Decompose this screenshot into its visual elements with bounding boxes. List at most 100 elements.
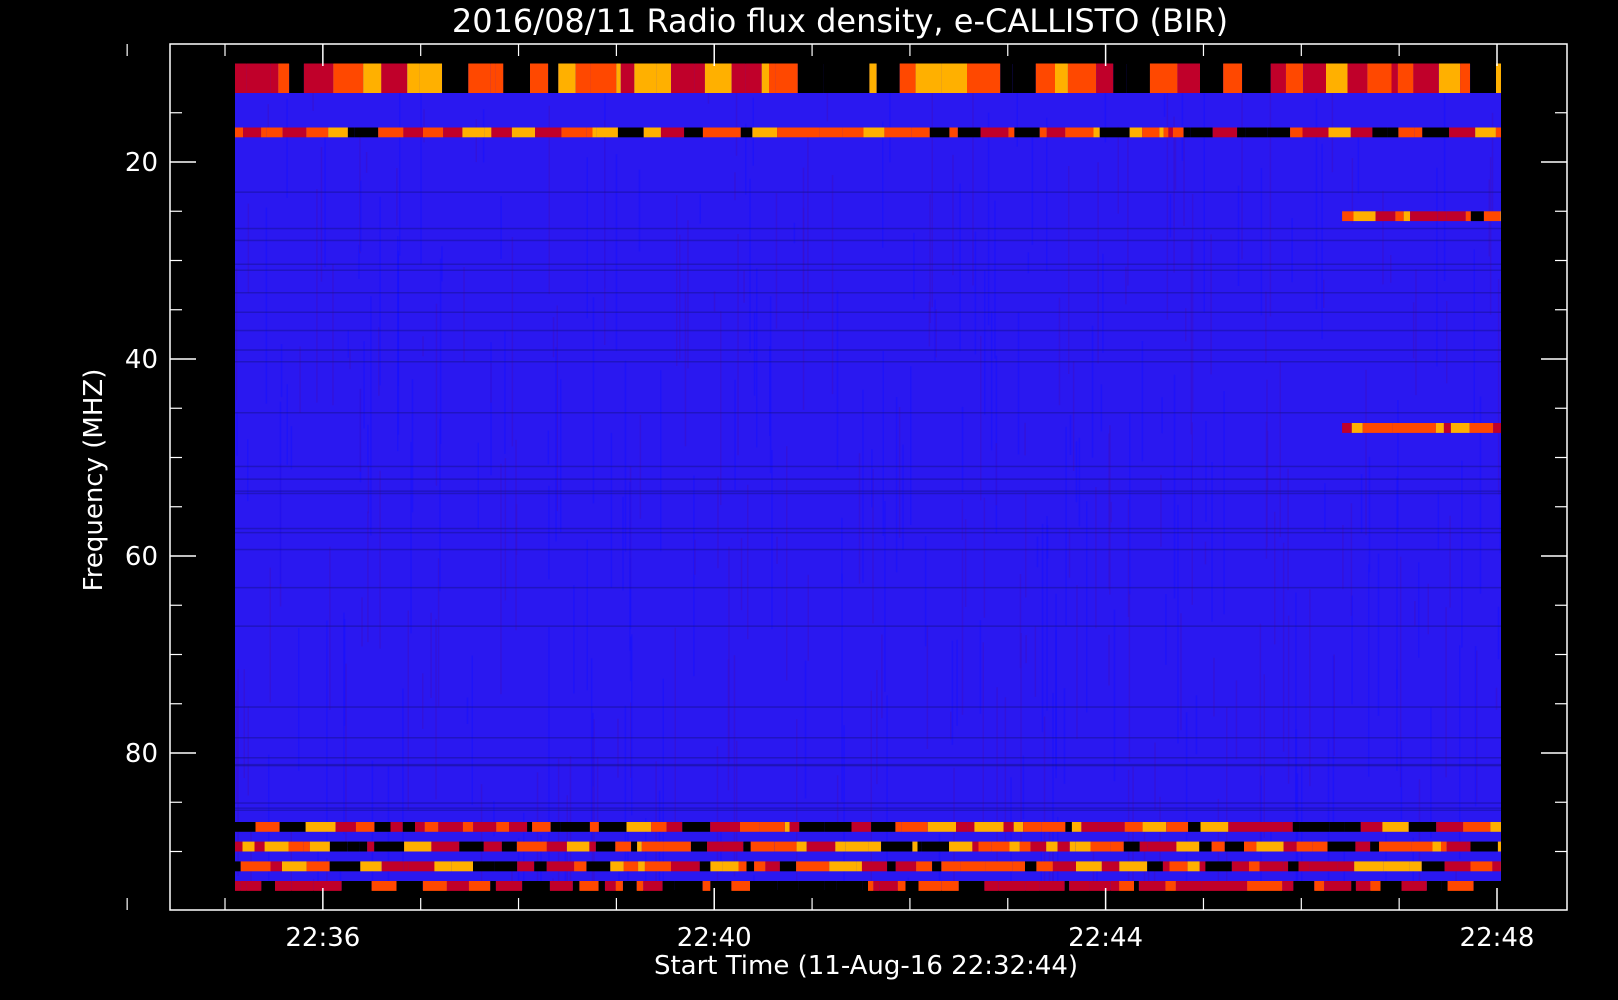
noise-streak bbox=[1436, 167, 1438, 367]
noise-streak bbox=[1342, 525, 1344, 590]
noise-streak bbox=[423, 109, 425, 143]
band-segment bbox=[819, 127, 843, 138]
band-segment bbox=[415, 822, 425, 832]
noise-streak bbox=[1445, 607, 1447, 778]
band-segment bbox=[1211, 841, 1225, 852]
noise-streak bbox=[1154, 742, 1156, 810]
band-segment bbox=[1014, 127, 1040, 138]
band-segment bbox=[403, 127, 424, 138]
band-segment bbox=[1391, 63, 1398, 93]
noise-streak bbox=[1065, 426, 1067, 626]
band-segment bbox=[765, 861, 780, 872]
noise-streak bbox=[1034, 625, 1037, 697]
noise-streak bbox=[439, 418, 441, 592]
band-segment bbox=[1119, 881, 1134, 891]
band-segment bbox=[1350, 127, 1373, 138]
noise-streak bbox=[1211, 462, 1213, 622]
feature-band bbox=[235, 881, 1501, 891]
noise-streak bbox=[439, 258, 442, 444]
band-segment bbox=[1460, 63, 1471, 93]
band-segment bbox=[1298, 861, 1310, 872]
band-segment bbox=[1205, 861, 1232, 872]
noise-streak bbox=[740, 537, 743, 611]
band-segment bbox=[901, 822, 928, 832]
noise-streak bbox=[693, 475, 695, 677]
noise-streak bbox=[984, 270, 986, 415]
noise-streak bbox=[1078, 437, 1081, 527]
band-segment bbox=[333, 63, 364, 93]
band-segment bbox=[761, 63, 769, 93]
band-segment bbox=[918, 881, 942, 891]
noise-streak bbox=[1203, 88, 1205, 313]
noise-row bbox=[235, 191, 1501, 193]
noise-streak bbox=[367, 511, 369, 643]
band-segment bbox=[1163, 127, 1169, 138]
noise-streak bbox=[1415, 269, 1417, 396]
noise-row bbox=[235, 490, 1501, 492]
noise-row bbox=[235, 292, 1501, 294]
noise-streak bbox=[379, 470, 381, 649]
band-segment bbox=[699, 861, 711, 872]
noise-streak bbox=[345, 663, 347, 848]
band-segment bbox=[949, 841, 973, 852]
band-segment bbox=[829, 861, 857, 872]
noise-streak bbox=[749, 178, 751, 353]
noise-streak bbox=[713, 291, 716, 312]
band-segment bbox=[484, 127, 492, 138]
noise-streak bbox=[1095, 487, 1097, 629]
band-segment bbox=[1288, 861, 1299, 872]
band-segment bbox=[490, 63, 496, 93]
band-segment bbox=[305, 822, 336, 832]
band-segment bbox=[1171, 881, 1176, 891]
band-segment bbox=[306, 861, 330, 872]
band-segment bbox=[1175, 881, 1202, 891]
band-segment bbox=[462, 822, 474, 832]
band-segment bbox=[1242, 63, 1271, 93]
band-segment bbox=[868, 881, 874, 891]
band-segment bbox=[1096, 63, 1114, 93]
band-segment bbox=[731, 63, 746, 93]
band-segment bbox=[985, 861, 1013, 872]
band-segment bbox=[777, 127, 805, 138]
noise-streak bbox=[753, 311, 756, 396]
noise-streak bbox=[1063, 688, 1066, 784]
band-segment bbox=[774, 841, 797, 852]
band-segment bbox=[1052, 861, 1076, 872]
noise-streak bbox=[699, 194, 701, 224]
noise-streak bbox=[1160, 474, 1162, 547]
y-axis-label: Frequency (MHZ) bbox=[79, 369, 109, 592]
band-segment bbox=[704, 63, 732, 93]
band-segment bbox=[1090, 841, 1111, 852]
band-segment bbox=[278, 63, 290, 93]
noise-row bbox=[235, 239, 1501, 242]
band-segment bbox=[1190, 127, 1213, 138]
band-segment bbox=[651, 822, 667, 832]
noise-streak bbox=[477, 442, 479, 530]
band-segment bbox=[666, 822, 683, 832]
band-segment bbox=[1039, 127, 1047, 138]
noise-streak bbox=[1396, 669, 1398, 771]
noise-streak bbox=[320, 147, 323, 282]
band-segment bbox=[777, 881, 799, 891]
band-segment bbox=[1401, 881, 1427, 891]
band-segment bbox=[1023, 822, 1042, 832]
band-segment bbox=[1456, 841, 1467, 852]
band-segment bbox=[1422, 127, 1450, 138]
band-segment bbox=[1372, 127, 1388, 138]
band-segment bbox=[1496, 63, 1501, 93]
noise-row bbox=[235, 737, 1501, 739]
y-tick-label: 80 bbox=[125, 739, 158, 769]
band-segment bbox=[1283, 861, 1289, 872]
band-segment bbox=[1375, 211, 1396, 222]
noise-streak bbox=[1165, 594, 1167, 665]
noise-streak bbox=[267, 104, 269, 131]
band-segment bbox=[861, 861, 887, 872]
noise-streak bbox=[1368, 564, 1370, 777]
band-segment bbox=[1025, 881, 1040, 891]
noise-streak bbox=[1265, 421, 1268, 559]
band-segment bbox=[623, 881, 637, 891]
band-segment bbox=[1450, 822, 1463, 832]
band-segment bbox=[1497, 841, 1501, 852]
band-segment bbox=[1064, 881, 1070, 891]
band-segment bbox=[511, 127, 536, 138]
